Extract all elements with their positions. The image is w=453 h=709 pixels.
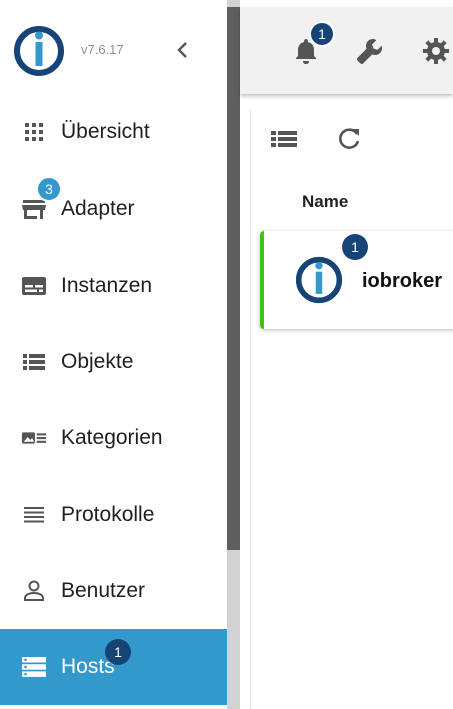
sidebar-header: v7.6.17	[0, 0, 227, 96]
sidebar-item-protokolle[interactable]: Protokolle	[0, 477, 227, 553]
settings-button[interactable]	[420, 35, 452, 67]
list-icon	[21, 349, 47, 375]
sidebar-item-label: Kategorien	[61, 426, 163, 449]
user-icon	[21, 578, 47, 604]
logs-icon	[21, 502, 47, 528]
notifications-badge: 1	[309, 21, 335, 47]
hosts-panel	[250, 110, 453, 709]
hosts-badge: 1	[105, 639, 131, 665]
sidebar-item-uebersicht[interactable]: Übersicht	[0, 94, 227, 170]
sidebar-item-label: Übersicht	[61, 120, 150, 143]
sidebar-item-label: Instanzen	[61, 274, 153, 297]
list-view-icon	[271, 131, 297, 147]
list-view-button[interactable]	[269, 124, 299, 154]
version-label: v7.6.17	[81, 42, 124, 57]
sidebar-item-label: Objekte	[61, 350, 134, 373]
instances-icon	[21, 273, 47, 299]
sidebar-item-label: Benutzer	[61, 579, 146, 602]
settings-icon	[423, 38, 449, 64]
host-notification-badge: 1	[342, 234, 368, 260]
wrench-icon	[356, 39, 382, 65]
top-toolbar: 1	[240, 7, 453, 94]
sidebar-item-label: Adapter	[61, 197, 135, 220]
wrench-button[interactable]	[354, 35, 386, 67]
iobroker-logo-icon[interactable]	[13, 25, 65, 77]
sidebar: v7.6.17 Übersicht 3 Adapter Instanzen Ob…	[0, 0, 227, 709]
chevron-left-icon	[177, 42, 187, 58]
sidebar-item-benutzer[interactable]: Benutzer	[0, 553, 227, 629]
refresh-button[interactable]	[334, 124, 364, 154]
collapse-sidebar-button[interactable]	[171, 38, 195, 62]
sidebar-item-objekte[interactable]: Objekte	[0, 324, 227, 400]
hosts-icon	[21, 654, 47, 680]
host-name: iobroker	[362, 270, 443, 292]
refresh-icon	[339, 128, 360, 149]
sidebar-scrollbar-thumb[interactable]	[227, 7, 240, 550]
sidebar-item-label: Protokolle	[61, 503, 155, 526]
sidebar-item-instanzen[interactable]: Instanzen	[0, 248, 227, 324]
host-logo-icon	[295, 256, 343, 304]
enum-icon	[21, 425, 47, 451]
column-header-name[interactable]: Name	[302, 192, 348, 212]
apps-grid-icon	[21, 119, 47, 145]
sidebar-item-kategorien[interactable]: Kategorien	[0, 400, 227, 476]
adapter-updates-badge: 3	[36, 176, 62, 202]
sidebar-item-adapter[interactable]: 3 Adapter	[0, 171, 227, 247]
sidebar-item-hosts[interactable]: Hosts 1	[0, 629, 227, 705]
